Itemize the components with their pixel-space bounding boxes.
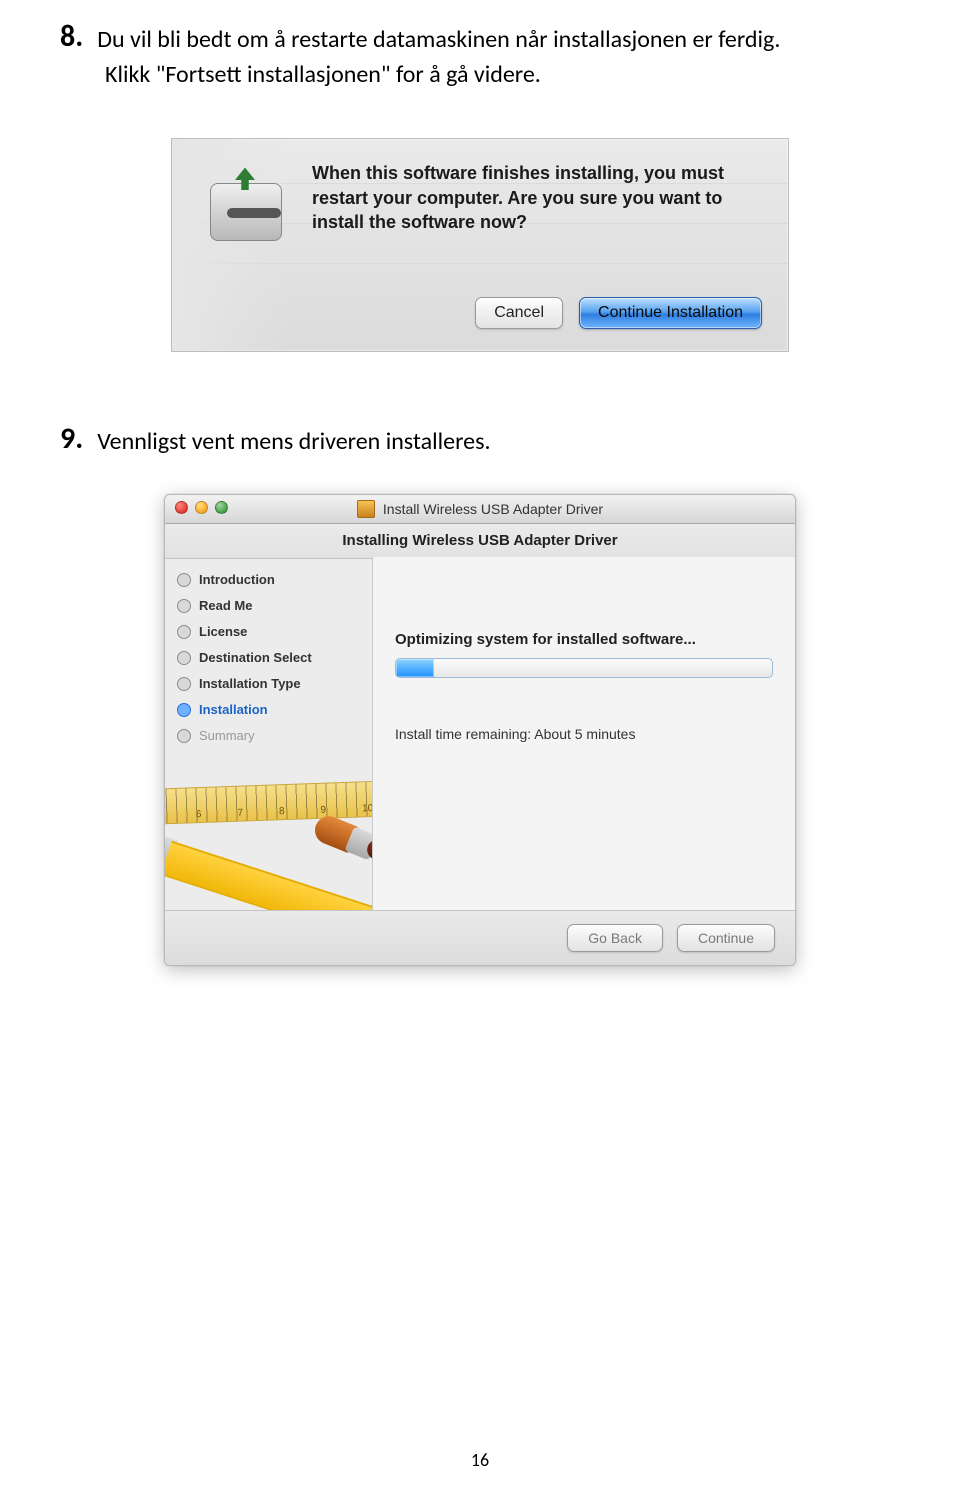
step-bullet-icon — [177, 573, 191, 587]
titlebar: Install Wireless USB Adapter Driver — [165, 495, 795, 524]
step-8-text-line1: Du vil bli bedt om å restarte datamaskin… — [97, 20, 780, 55]
cancel-button[interactable]: Cancel — [475, 297, 563, 329]
install-progress-bar — [395, 658, 773, 678]
installer-footer: Go Back Continue — [165, 910, 795, 965]
step-8-number: 8. — [60, 20, 83, 53]
page-number: 16 — [0, 1449, 960, 1471]
restart-confirm-dialog: When this software finishes installing, … — [171, 138, 789, 352]
install-drive-icon — [202, 169, 290, 257]
sidebar-step-label: Summary — [199, 728, 255, 743]
sidebar-step-2: License — [177, 619, 365, 645]
dialog-message: When this software finishes installing, … — [312, 161, 764, 234]
step-bullet-icon — [177, 729, 191, 743]
step-bullet-icon — [177, 625, 191, 639]
step-9: 9. Vennligst vent mens driveren installe… — [60, 422, 900, 457]
package-icon — [357, 500, 375, 518]
step-bullet-icon — [177, 651, 191, 665]
installer-subtitle: Installing Wireless USB Adapter Driver — [165, 524, 795, 559]
sidebar-step-label: Installation Type — [199, 676, 301, 691]
continue-button[interactable]: Continue — [677, 924, 775, 952]
installer-window: Install Wireless USB Adapter Driver Inst… — [164, 494, 796, 966]
step-bullet-icon — [177, 703, 191, 717]
sidebar-step-4: Installation Type — [177, 671, 365, 697]
sidebar-step-label: Introduction — [199, 572, 275, 587]
sidebar-step-0: Introduction — [177, 567, 365, 593]
step-8: 8. Du vil bli bedt om å restarte datamas… — [60, 20, 900, 55]
installer-step-list: Introduction Read Me License Destination Se… — [177, 567, 365, 749]
install-status-text: Optimizing system for installed software… — [395, 631, 773, 648]
install-time-remaining: Install time remaining: About 5 minutes — [395, 726, 773, 742]
step-9-text: Vennligst vent mens driveren installeres… — [97, 422, 490, 457]
sidebar-step-label: Read Me — [199, 598, 252, 613]
step-8-text-line2: Klikk "Fortsett installasjonen" for å gå… — [105, 59, 900, 90]
sidebar-step-5: Installation — [177, 697, 365, 723]
sidebar-step-3: Destination Select — [177, 645, 365, 671]
sidebar-step-1: Read Me — [177, 593, 365, 619]
go-back-button[interactable]: Go Back — [567, 924, 663, 952]
sidebar-step-label: License — [199, 624, 247, 639]
continue-installation-button[interactable]: Continue Installation — [579, 297, 762, 329]
sidebar-step-6: Summary — [177, 723, 365, 749]
installer-sidebar: 5 6 7 8 9 10 IntroductionRead MeLicenseD… — [165, 557, 373, 911]
window-title: Install Wireless USB Adapter Driver — [383, 501, 603, 517]
installer-main-pane: Optimizing system for installed software… — [373, 557, 795, 911]
sidebar-step-label: Destination Select — [199, 650, 312, 665]
step-bullet-icon — [177, 599, 191, 613]
sidebar-step-label: Installation — [199, 702, 268, 717]
step-bullet-icon — [177, 677, 191, 691]
step-9-number: 9. — [60, 422, 83, 455]
